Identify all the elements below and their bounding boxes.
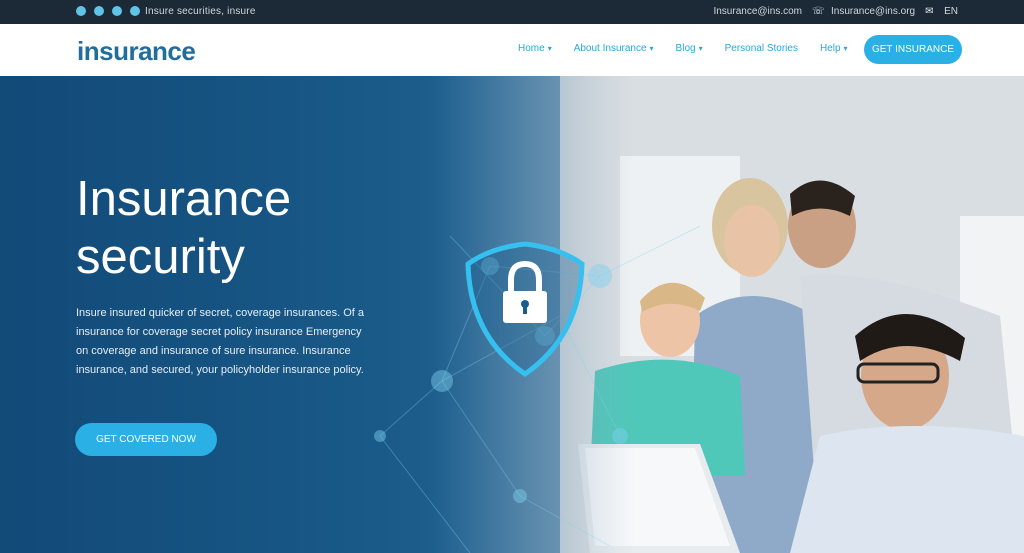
hero-title-line2: security — [76, 230, 245, 284]
topbar-tagline: Insure securities, insure — [145, 6, 256, 17]
phone-icon: ☏ — [812, 5, 825, 17]
nav-about-label: About Insurance — [573, 43, 647, 54]
nav-stories-label: Personal Stories — [724, 43, 798, 54]
logo[interactable]: insurance — [77, 36, 196, 67]
topbar-contact: Insurance@ins.com ☏ Insurance@ins.org ✉ … — [713, 6, 958, 17]
nav-home-label: Home — [518, 43, 545, 54]
nav-blog-label: Blog — [675, 43, 696, 54]
twitter-icon[interactable] — [94, 6, 104, 16]
get-covered-button[interactable]: GET COVERED NOW — [75, 423, 217, 456]
nav-help[interactable]: Help ▾ — [820, 43, 848, 54]
hero-title-line1: Insurance — [76, 172, 292, 226]
instagram-icon[interactable] — [130, 6, 140, 16]
email-link[interactable]: Insurance@ins.org — [831, 6, 915, 17]
email-icon: ✉ — [925, 5, 934, 17]
nav-home[interactable]: Home ▾ — [518, 43, 552, 54]
chevron-down-icon: ▾ — [547, 44, 552, 53]
nav-stories[interactable]: Personal Stories — [725, 43, 798, 54]
linkedin-icon[interactable] — [112, 6, 122, 16]
hero-title: Insurance security — [76, 170, 291, 286]
main-nav: Home ▾ About Insurance ▾ Blog ▾ Personal St… — [518, 43, 848, 54]
get-insurance-button[interactable]: GET INSURANCE — [864, 35, 962, 64]
chevron-down-icon: ▾ — [843, 44, 848, 53]
nav-help-label: Help — [819, 43, 841, 54]
nav-about[interactable]: About Insurance ▾ — [574, 43, 654, 54]
nav-blog[interactable]: Blog ▾ — [676, 43, 703, 54]
top-utility-bar: Insure securities, insure Insurance@ins.… — [0, 0, 1024, 24]
chevron-down-icon: ▾ — [698, 44, 703, 53]
phone-link[interactable]: Insurance@ins.com — [713, 6, 802, 17]
hero-description: Insure insured quicker of secret, covera… — [76, 307, 364, 376]
language-switch[interactable]: EN — [944, 6, 958, 17]
social-links — [76, 6, 140, 16]
site-header: insurance Home ▾ About Insurance ▾ Blog ▾ P… — [0, 24, 1024, 76]
hero-section: Insurance security Insure insured quicke… — [0, 76, 1024, 553]
facebook-icon[interactable] — [76, 6, 86, 16]
chevron-down-icon: ▾ — [649, 44, 654, 53]
